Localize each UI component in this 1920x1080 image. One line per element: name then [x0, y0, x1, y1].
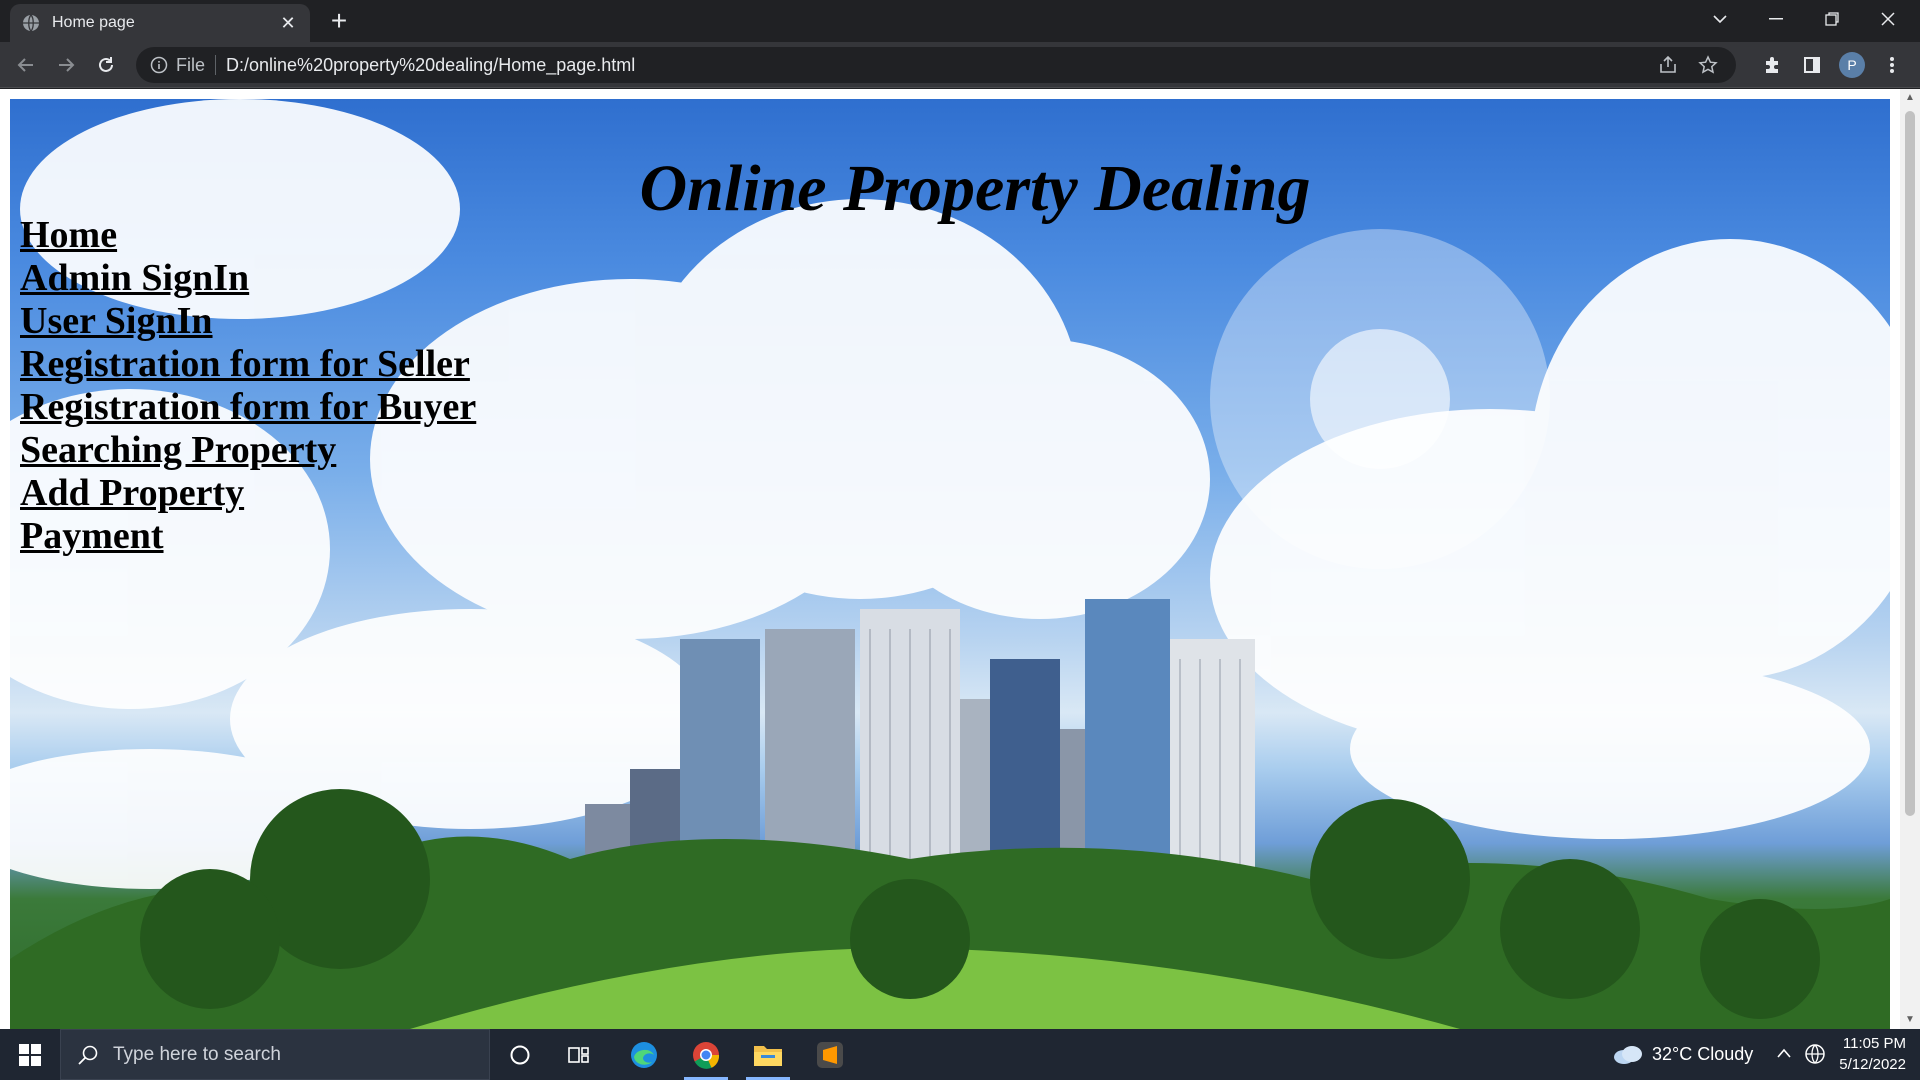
browser-toolbar: File D:/online%20property%20dealing/Home… — [0, 42, 1920, 88]
browser-tab[interactable]: Home page ✕ — [10, 4, 310, 42]
scheme-label: File — [176, 54, 206, 75]
scrollbar-thumb[interactable] — [1905, 111, 1915, 816]
nav-link-user-signin[interactable]: User SignIn — [20, 300, 213, 342]
nav-link-seller-registration[interactable]: Registration form for Seller — [20, 343, 470, 385]
cortana-icon[interactable] — [490, 1029, 550, 1080]
clock-date: 5/12/2022 — [1839, 1056, 1906, 1073]
nav-item-admin-signin: Admin SignIn — [20, 256, 476, 299]
globe-icon — [23, 14, 39, 32]
side-panel-icon[interactable] — [1796, 49, 1828, 81]
tab-search-icon[interactable] — [1692, 0, 1748, 38]
vertical-scrollbar[interactable]: ▲ ▼ — [1900, 89, 1920, 1029]
url-text[interactable]: D:/online%20property%20dealing/Home_page… — [226, 55, 1642, 76]
search-placeholder: Type here to search — [113, 1043, 281, 1065]
close-window-button[interactable] — [1860, 0, 1916, 38]
tab-title: Home page — [52, 14, 135, 31]
nav-item-user-signin: User SignIn — [20, 299, 476, 342]
reload-icon — [99, 57, 113, 72]
sublime-text-icon[interactable] — [800, 1029, 860, 1080]
nav-link-home[interactable]: Home — [20, 214, 117, 256]
nav-item-searching-property: Searching Property — [20, 428, 476, 471]
clock-time: 11:05 PM — [1842, 1035, 1906, 1052]
weather-text[interactable]: 32°C Cloudy — [1652, 1044, 1753, 1065]
new-tab-button[interactable]: + — [324, 6, 354, 36]
info-icon[interactable] — [150, 56, 168, 74]
nav-item-home: Home — [20, 213, 476, 256]
main-nav: Home Admin SignIn User SignIn Registrati… — [20, 213, 476, 557]
nav-link-add-property[interactable]: Add Property — [20, 472, 244, 514]
scroll-down-arrow-icon[interactable]: ▼ — [1900, 1011, 1920, 1029]
start-button[interactable] — [0, 1029, 60, 1080]
bookmark-star-icon[interactable] — [1694, 51, 1722, 79]
nav-item-add-property: Add Property — [20, 471, 476, 514]
forward-button[interactable] — [50, 49, 82, 81]
menu-kebab-icon[interactable] — [1876, 49, 1908, 81]
system-clock[interactable]: 11:05 PM 5/12/2022 — [1839, 1033, 1906, 1075]
avatar: P — [1839, 52, 1865, 78]
reload-button[interactable] — [90, 49, 122, 81]
address-separator — [215, 55, 217, 75]
nav-link-payment[interactable]: Payment — [20, 515, 164, 557]
scroll-up-arrow-icon[interactable]: ▲ — [1900, 89, 1920, 107]
arrow-left-icon — [17, 58, 33, 72]
network-globe-icon[interactable] — [1804, 1043, 1826, 1065]
nav-item-payment: Payment — [20, 514, 476, 557]
nav-link-buyer-registration[interactable]: Registration form for Buyer — [20, 386, 476, 428]
edge-icon[interactable] — [614, 1029, 674, 1080]
nav-item-seller-registration: Registration form for Seller — [20, 342, 476, 385]
windows-logo-icon — [19, 1043, 41, 1066]
browser-tab-strip: Home page ✕ + — [0, 0, 1920, 42]
windows-taskbar: Type here to search 32°C Cloudy 11:05 PM… — [0, 1029, 1920, 1080]
search-icon — [78, 1045, 98, 1065]
cloudy-weather-icon[interactable] — [1612, 1043, 1644, 1065]
back-button[interactable] — [10, 49, 42, 81]
task-view-icon[interactable] — [550, 1029, 610, 1080]
chrome-icon[interactable] — [676, 1029, 736, 1080]
nav-link-searching-property[interactable]: Searching Property — [20, 429, 336, 471]
file-explorer-icon[interactable] — [738, 1029, 798, 1080]
arrow-right-icon — [59, 58, 75, 72]
page-viewport: Online Property Dealing Home Admin SignI… — [0, 89, 1920, 1029]
minimize-button[interactable] — [1748, 0, 1804, 38]
restore-button[interactable] — [1804, 0, 1860, 38]
taskbar-search-box[interactable]: Type here to search — [60, 1029, 490, 1080]
tab-close-icon[interactable]: ✕ — [278, 13, 298, 34]
share-icon[interactable] — [1654, 51, 1682, 79]
address-bar[interactable]: File D:/online%20property%20dealing/Home… — [136, 47, 1736, 83]
extensions-puzzle-icon[interactable] — [1756, 49, 1788, 81]
profile-button[interactable]: P — [1836, 49, 1868, 81]
chevron-up-icon[interactable] — [1776, 1047, 1792, 1059]
page-background: Online Property Dealing Home Admin SignI… — [10, 99, 1890, 1029]
nav-item-buyer-registration: Registration form for Buyer — [20, 385, 476, 428]
nav-link-admin-signin[interactable]: Admin SignIn — [20, 257, 249, 299]
